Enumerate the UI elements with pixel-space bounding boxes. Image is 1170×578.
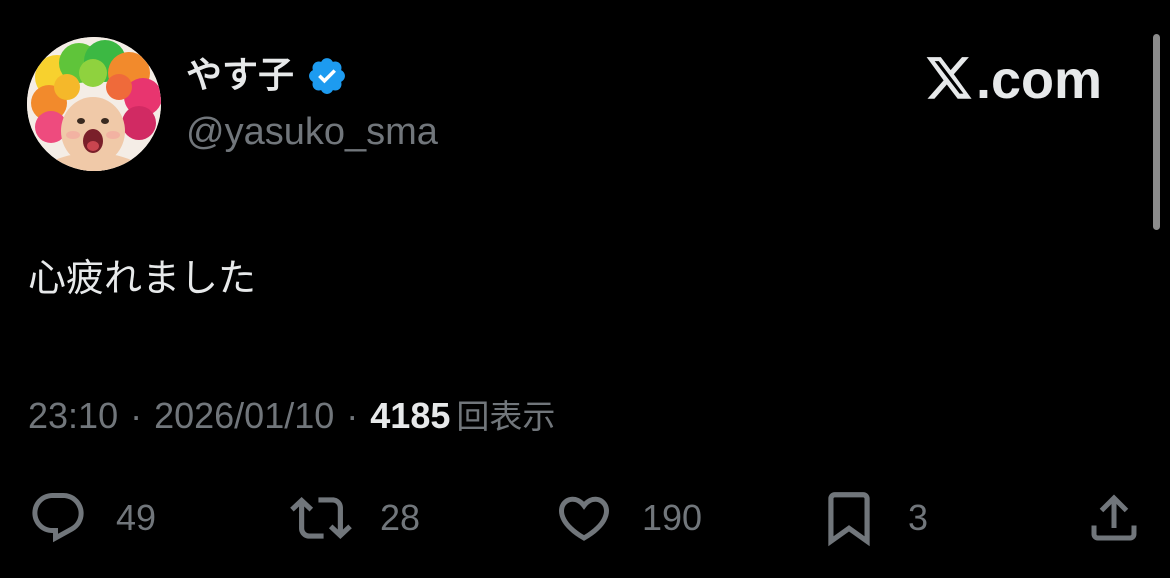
user-handle[interactable]: @yasuko_sma	[186, 109, 438, 155]
views-label[interactable]: 回表示	[456, 393, 555, 441]
repost-icon	[290, 487, 352, 549]
brand-watermark: .com	[924, 50, 1102, 110]
views-count[interactable]: 4185	[370, 392, 450, 440]
verified-badge-icon	[306, 55, 348, 97]
x-logo-icon	[924, 57, 974, 103]
tweet-text: 心疲れました	[28, 256, 257, 300]
bookmark-count: 3	[908, 497, 929, 538]
share-button[interactable]	[1084, 488, 1144, 548]
reply-count: 49	[116, 497, 157, 538]
metadata-separator: ·	[130, 395, 143, 436]
brand-text: .com	[975, 50, 1102, 110]
heart-icon	[554, 488, 614, 548]
scrollbar[interactable]	[1153, 34, 1160, 230]
bookmark-button[interactable]: 3	[818, 488, 928, 548]
bookmark-icon	[818, 487, 880, 549]
display-name-row[interactable]: やす子	[186, 54, 348, 98]
repost-count: 28	[380, 497, 421, 538]
reply-icon	[28, 488, 88, 548]
tweet-time[interactable]: 23:10	[28, 392, 118, 440]
clown-afro-avatar-image	[27, 37, 161, 171]
metadata-separator: ·	[346, 395, 359, 436]
reply-button[interactable]: 49	[28, 488, 156, 548]
share-icon	[1084, 488, 1144, 548]
tweet-metadata: 23:10 · 2026/01/10 · 4185 回表示	[28, 392, 555, 440]
like-button[interactable]: 190	[554, 488, 702, 548]
tweet-date[interactable]: 2026/01/10	[154, 392, 334, 440]
avatar[interactable]	[27, 37, 161, 171]
like-count: 190	[642, 497, 703, 538]
display-name[interactable]: やす子	[186, 54, 294, 98]
repost-button[interactable]: 28	[290, 488, 420, 548]
